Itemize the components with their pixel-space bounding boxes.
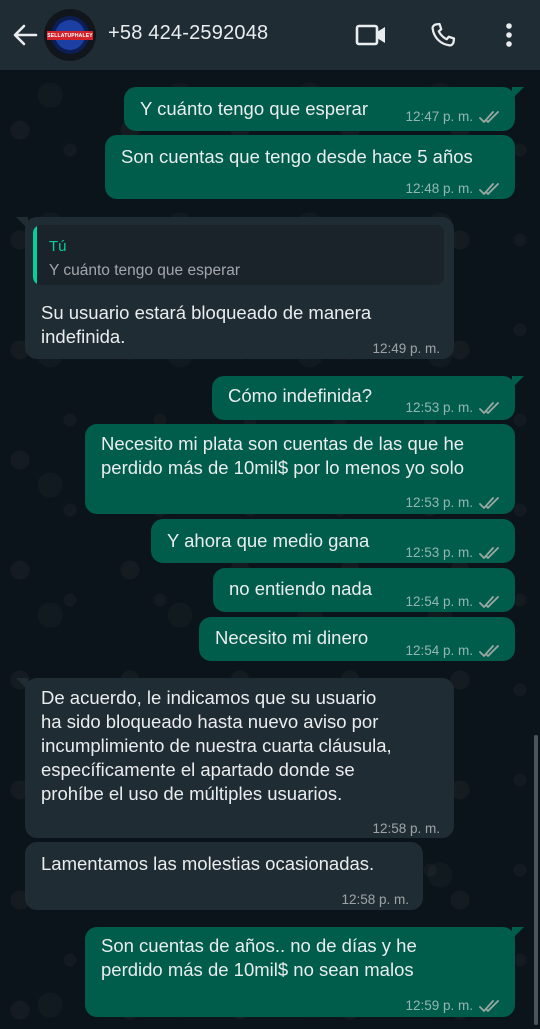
- quoted-message[interactable]: Tú Y cuánto tengo que esperar: [33, 225, 444, 285]
- message-time: 12:58 p. m.: [372, 821, 440, 836]
- avatar-logo: SELLATUPHALEY: [47, 16, 93, 54]
- message-time: 12:58 p. m.: [341, 892, 409, 907]
- read-receipt-icon: [479, 999, 501, 1013]
- message-meta: 12:47 p. m.: [405, 105, 501, 129]
- scrollbar[interactable]: [534, 735, 538, 1025]
- read-receipt-icon: [479, 595, 501, 609]
- message-text: Necesito mi plata son cuentas de las que…: [101, 433, 465, 478]
- read-receipt-icon: [479, 644, 501, 658]
- message-meta: 12:54 p. m.: [405, 590, 501, 614]
- message-meta: 12:53 p. m.: [405, 396, 501, 420]
- message-bubble-outgoing[interactable]: Y ahora que medio gana 12:53 p. m.: [151, 519, 515, 563]
- arrow-back-icon: [13, 24, 38, 46]
- back-button[interactable]: [8, 19, 42, 51]
- more-options-button[interactable]: [492, 18, 526, 52]
- voice-call-button[interactable]: [426, 18, 460, 52]
- message-meta: 12:58 p. m.: [341, 888, 409, 912]
- phone-call-icon: [431, 22, 456, 47]
- message-meta: 12:58 p. m.: [372, 817, 440, 841]
- message-text: Su usuario estará bloqueado de manera in…: [41, 302, 372, 347]
- message-time: 12:53 p. m.: [405, 400, 473, 415]
- message-bubble-outgoing[interactable]: Y cuánto tengo que esperar 12:47 p. m.: [124, 87, 524, 131]
- read-receipt-icon: [479, 110, 501, 124]
- message-text: Cómo indefinida?: [228, 385, 372, 406]
- quote-text: Y cuánto tengo que esperar: [49, 262, 241, 279]
- message-time: 12:49 p. m.: [372, 341, 440, 356]
- more-vert-icon: [506, 23, 512, 47]
- message-text: Son cuentas de años.. no de días y he pe…: [101, 935, 417, 980]
- contact-name[interactable]: +58 424-2592048: [108, 22, 268, 45]
- message-text: Y ahora que medio gana: [167, 530, 370, 551]
- message-time: 12:53 p. m.: [405, 495, 473, 510]
- read-receipt-icon: [479, 546, 501, 560]
- message-text: Lamentamos las molestias ocasionadas.: [41, 853, 375, 874]
- avatar-logo-text: SELLATUPHALEY: [47, 31, 93, 40]
- read-receipt-icon: [479, 496, 501, 510]
- message-text: Necesito mi dinero: [215, 627, 369, 648]
- message-time: 12:53 p. m.: [405, 545, 473, 560]
- avatar[interactable]: SELLATUPHALEY: [44, 9, 96, 61]
- message-bubble-outgoing[interactable]: Cómo indefinida? 12:53 p. m.: [212, 376, 524, 420]
- message-bubble-outgoing[interactable]: Son cuentas que tengo desde hace 5 años …: [105, 135, 515, 199]
- read-receipt-icon: [479, 401, 501, 415]
- message-time: 12:48 p. m.: [405, 181, 473, 196]
- message-bubble-incoming[interactable]: De acuerdo, le indicamos que su usuario …: [16, 678, 454, 841]
- message-text: De acuerdo, le indicamos que su usuario …: [41, 687, 392, 804]
- message-meta: 12:54 p. m.: [405, 639, 501, 663]
- message-bubble-outgoing[interactable]: Necesito mi dinero 12:54 p. m.: [199, 617, 515, 661]
- message-text: Y cuánto tengo que esperar: [140, 98, 368, 119]
- message-text: no entiendo nada: [229, 578, 372, 599]
- message-time: 12:59 p. m.: [405, 998, 473, 1013]
- message-time: 12:54 p. m.: [405, 594, 473, 609]
- message-bubble-incoming[interactable]: Lamentamos las molestias ocasionadas. 12…: [25, 842, 423, 910]
- message-bubble-incoming[interactable]: Tú Y cuánto tengo que esperar Su usuario…: [16, 217, 454, 361]
- message-bubble-outgoing[interactable]: no entiendo nada 12:54 p. m.: [213, 568, 515, 612]
- message-text: Son cuentas que tengo desde hace 5 años: [121, 146, 473, 167]
- message-bubble-outgoing[interactable]: Necesito mi plata son cuentas de las que…: [85, 424, 515, 514]
- message-meta: 12:53 p. m.: [405, 541, 501, 565]
- message-meta: 12:49 p. m.: [372, 337, 440, 361]
- video-call-icon: [355, 24, 385, 46]
- message-meta: 12:53 p. m.: [405, 491, 501, 515]
- message-time: 12:47 p. m.: [405, 109, 473, 124]
- chat-screen: SELLATUPHALEY +58 424-2592048 Y cuánto t…: [0, 0, 540, 1029]
- message-meta: 12:59 p. m.: [405, 994, 501, 1018]
- chat-header: SELLATUPHALEY +58 424-2592048: [0, 0, 540, 70]
- message-time: 12:54 p. m.: [405, 643, 473, 658]
- message-bubble-outgoing[interactable]: Son cuentas de años.. no de días y he pe…: [85, 927, 524, 1018]
- read-receipt-icon: [479, 182, 501, 196]
- quote-accent-bar: [33, 225, 37, 285]
- quote-author: Tú: [49, 238, 67, 255]
- video-call-button[interactable]: [354, 18, 388, 52]
- message-meta: 12:48 p. m.: [405, 177, 501, 201]
